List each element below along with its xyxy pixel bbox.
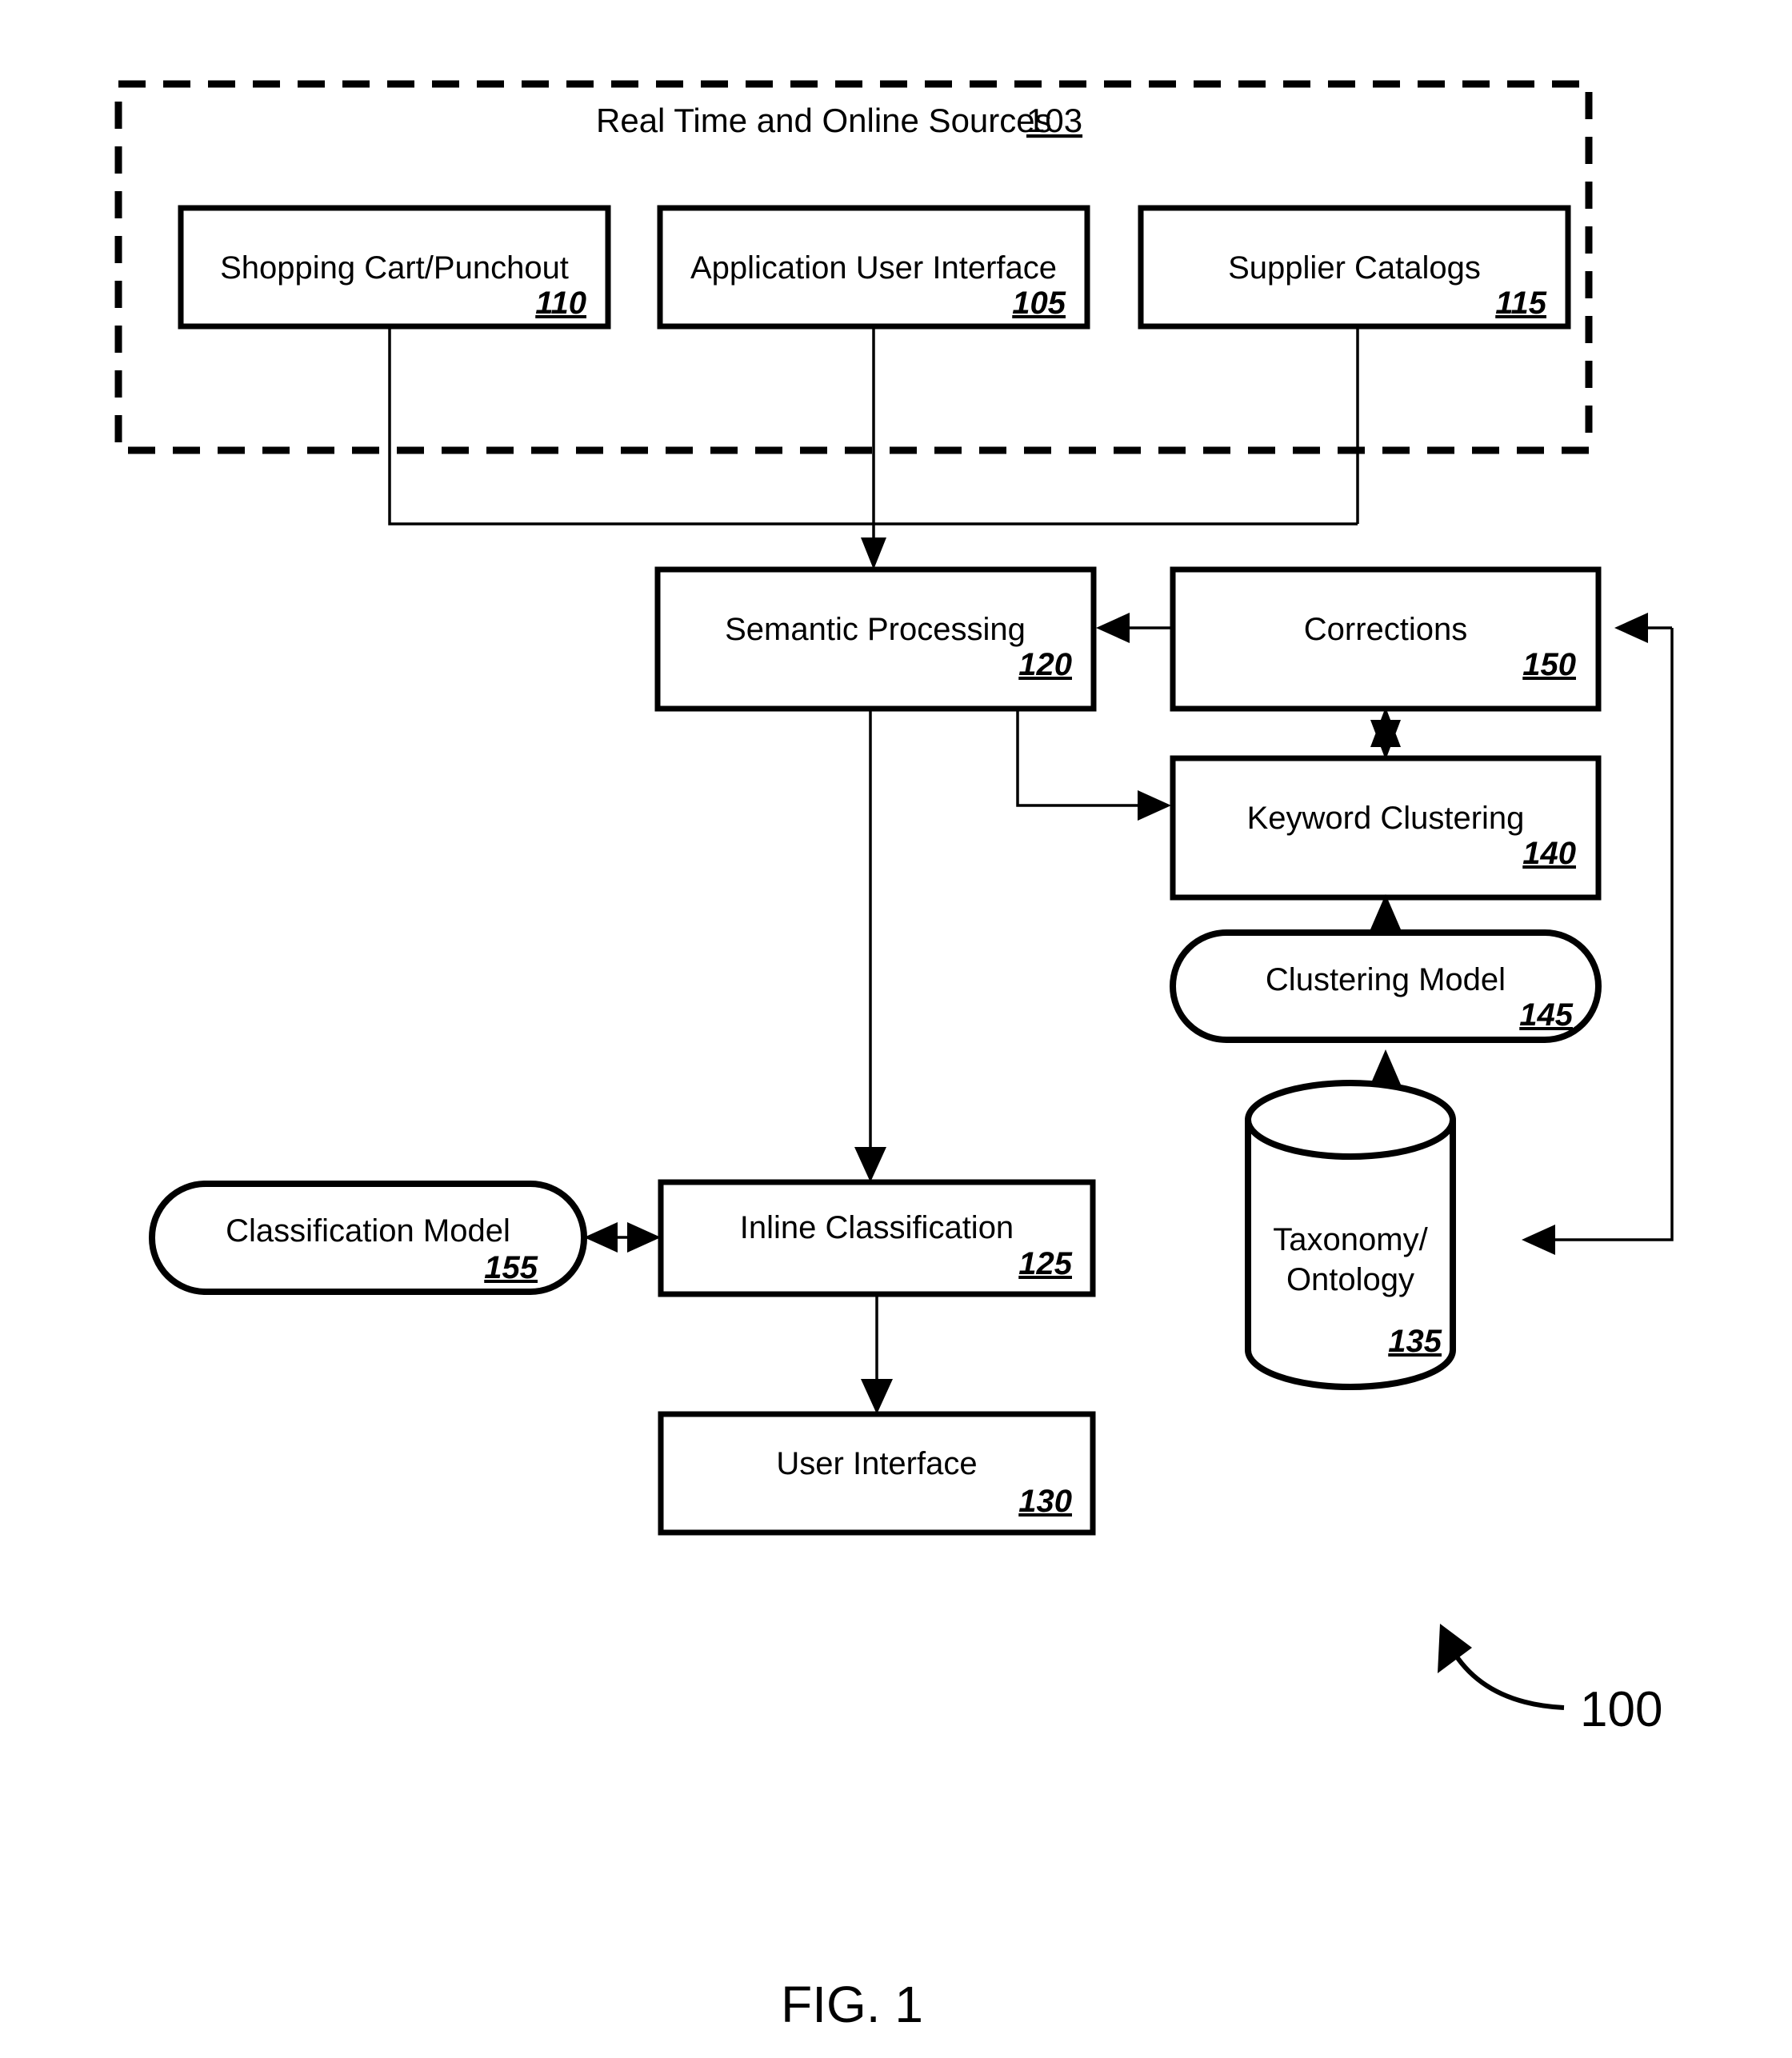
edge-corrections-to-semantic-processing: [1096, 613, 1173, 643]
clustering-model-label: Clustering Model: [1266, 962, 1506, 997]
semantic-processing-label: Semantic Processing: [725, 612, 1026, 647]
classification-model-label: Classification Model: [226, 1213, 510, 1249]
arrowhead-into-inline-classification: [854, 1147, 886, 1182]
taxonomy-ontology-ref: 135: [1388, 1324, 1442, 1359]
node-taxonomy-ontology[interactable]: Taxonomy/ Ontology 135: [1245, 1080, 1456, 1390]
arrowhead-into-user-interface: [861, 1379, 893, 1414]
shopping-cart-punchout-ref: 110: [535, 286, 586, 321]
keyword-clustering-ref: 140: [1522, 836, 1576, 871]
arrowhead-into-keyword-clustering: [1138, 790, 1171, 821]
edge-corrections-keyword-clustering: [1370, 707, 1401, 760]
application-user-interface-ref: 105: [1012, 286, 1066, 321]
edge-taxonomy-to-clustering-model: [1370, 1049, 1401, 1085]
node-keyword-clustering[interactable]: Keyword Clustering 140: [1170, 755, 1602, 901]
corrections-ref: 150: [1522, 647, 1576, 682]
patent-figure: Real Time and Online Sources 103 Shoppin…: [0, 0, 1792, 2058]
user-interface-label: User Interface: [776, 1446, 977, 1481]
application-user-interface-label: Application User Interface: [690, 250, 1057, 286]
user-interface-ref: 130: [1018, 1484, 1072, 1519]
edge-semantic-processing-to-keyword-clustering: [1016, 709, 1171, 821]
container-title-ref: 103: [1026, 102, 1082, 139]
inline-classification-ref: 125: [1018, 1246, 1072, 1281]
arrowhead-into-corrections-right: [1614, 613, 1648, 643]
clustering-model-ref: 145: [1519, 997, 1573, 1033]
edge-inline-classification-to-user-interface: [861, 1294, 893, 1414]
inline-classification-label: Inline Classification: [740, 1210, 1014, 1245]
arrowhead-into-semantic-processing: [861, 537, 886, 569]
node-user-interface[interactable]: User Interface 130: [658, 1411, 1096, 1536]
arrowhead-left-to-classification-model: [584, 1222, 618, 1253]
node-supplier-catalogs[interactable]: Supplier Catalogs 115: [1138, 205, 1571, 330]
arrowhead-right-to-inline-classification: [627, 1222, 661, 1253]
edge-classification-model-inline-classification: [584, 1222, 661, 1253]
supplier-catalogs-label: Supplier Catalogs: [1228, 250, 1481, 286]
container-title: Real Time and Online Sources: [596, 102, 1052, 139]
system-reference-leader: 100: [1438, 1624, 1662, 1737]
figure-caption: FIG. 1: [781, 1976, 923, 2033]
node-classification-model[interactable]: Classification Model 155: [149, 1181, 587, 1295]
taxonomy-ontology-label-line2: Ontology: [1286, 1262, 1414, 1297]
taxonomy-ontology-cylinder-top[interactable]: [1245, 1080, 1456, 1160]
corrections-label: Corrections: [1304, 612, 1468, 647]
node-clustering-model[interactable]: Clustering Model 145: [1170, 929, 1602, 1043]
arrowhead-into-semantic-processing-right: [1096, 613, 1130, 643]
system-reference-label: 100: [1580, 1682, 1662, 1737]
system-diagram: Real Time and Online Sources 103 Shoppin…: [114, 80, 1674, 2033]
shopping-cart-punchout-label: Shopping Cart/Punchout: [220, 250, 569, 286]
supplier-catalogs-ref: 115: [1495, 286, 1547, 321]
node-semantic-processing[interactable]: Semantic Processing 120: [654, 566, 1097, 712]
edge-semantic-processing-to-inline-classification: [854, 709, 886, 1182]
arrowhead-into-taxonomy-right: [1522, 1225, 1555, 1255]
taxonomy-ontology-label-line1: Taxonomy/: [1273, 1222, 1428, 1257]
classification-model-ref: 155: [484, 1250, 538, 1285]
node-inline-classification[interactable]: Inline Classification 125: [658, 1179, 1096, 1297]
semantic-processing-ref: 120: [1018, 647, 1072, 682]
keyword-clustering-label: Keyword Clustering: [1247, 801, 1525, 836]
node-shopping-cart-punchout[interactable]: Shopping Cart/Punchout 110: [178, 205, 611, 330]
node-application-user-interface[interactable]: Application User Interface 105: [657, 205, 1090, 330]
node-corrections[interactable]: Corrections 150: [1170, 566, 1602, 712]
arrowhead-into-clustering-model: [1370, 1049, 1401, 1085]
